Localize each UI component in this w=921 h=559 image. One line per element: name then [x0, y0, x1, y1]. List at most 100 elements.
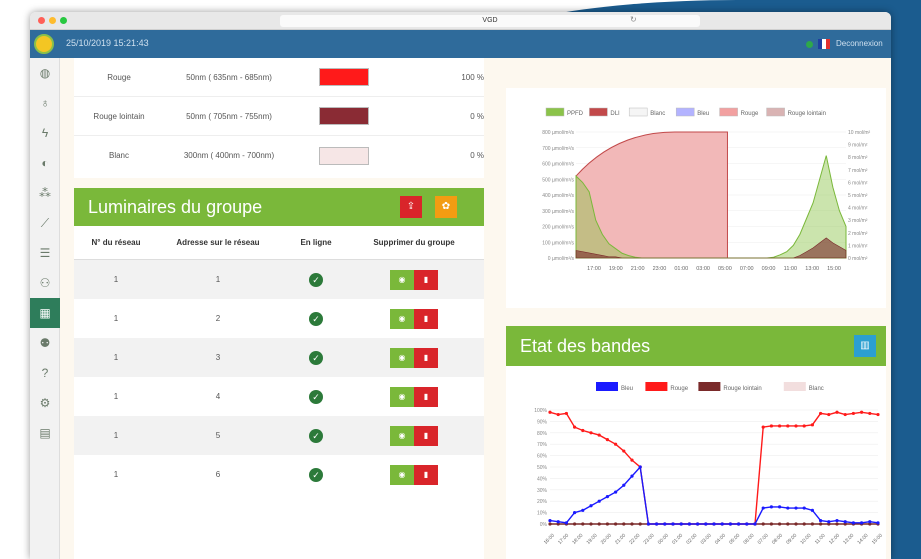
delete-button[interactable]: ▮ — [414, 269, 438, 290]
legend-swatch — [766, 107, 785, 117]
series-point — [794, 424, 798, 428]
close-window-icon[interactable] — [38, 17, 45, 24]
series-point — [696, 522, 700, 526]
bulb-icon[interactable]: ♁ — [30, 88, 60, 118]
series-point — [843, 520, 847, 524]
group-icon[interactable]: ⚇ — [30, 268, 60, 298]
color-name: Rouge lointain — [93, 111, 145, 121]
y-tick-label: 40% — [537, 476, 548, 482]
users-icon[interactable]: ⚉ — [30, 328, 60, 358]
view-button[interactable]: ◉ — [390, 269, 414, 290]
maximize-window-icon[interactable] — [60, 17, 67, 24]
series-point — [556, 520, 560, 524]
check-circle-icon: ✓ — [309, 272, 323, 287]
y-right-tick-label: 3 mol/m² — [848, 218, 868, 224]
series-point — [835, 518, 839, 523]
series-point — [786, 522, 790, 526]
x-tick-label: 21:00 — [631, 266, 645, 272]
x-tick-label: 01:00 — [671, 533, 684, 546]
dashboard-icon[interactable]: ◍ — [30, 58, 60, 88]
color-swatch — [319, 107, 369, 125]
series-point — [630, 474, 634, 478]
series-point — [868, 411, 872, 416]
y-tick-label: 70% — [537, 442, 548, 448]
delete-button[interactable]: ▮ — [414, 386, 438, 407]
color-name: Rouge — [107, 72, 131, 82]
series-point — [614, 522, 618, 526]
x-tick-label: 07:00 — [757, 533, 770, 546]
delete-button[interactable]: ▮ — [414, 308, 438, 329]
series-point — [671, 522, 675, 526]
series-point — [687, 522, 691, 526]
contrast-icon[interactable]: ◐ — [30, 148, 60, 178]
network-number: 1 — [113, 314, 119, 323]
luminaires-panel: Luminaires du groupe ⇪ ✿ N° du réseau Ad… — [74, 188, 484, 559]
series-point — [794, 506, 798, 510]
delete-button[interactable]: ▮ — [414, 347, 438, 368]
view-button[interactable]: ◉ — [390, 347, 414, 368]
y-tick-label: 50% — [537, 465, 548, 471]
view-button[interactable]: ◉ — [390, 386, 414, 407]
x-tick-label: 08:00 — [771, 533, 784, 546]
series-point — [761, 506, 765, 510]
y-right-tick-label: 10 mol/m² — [848, 130, 871, 136]
legend-label: Bleu — [621, 386, 633, 392]
chart-button[interactable]: ▥ — [854, 335, 876, 357]
color-bands-table: Rouge 50nm ( 635nm - 685nm) 100 % Rouge … — [74, 58, 484, 178]
document-icon[interactable]: ▤ — [30, 418, 60, 448]
check-circle-icon: ✓ — [309, 311, 323, 326]
bolt-icon[interactable]: ϟ — [30, 118, 60, 148]
help-icon[interactable]: ? — [30, 358, 60, 388]
color-percent: 0 % — [470, 111, 484, 121]
series-point — [786, 424, 790, 428]
color-range: 300nm ( 400nm - 700nm) — [183, 151, 275, 160]
series-point — [564, 411, 568, 416]
calendar-icon[interactable]: ▦ — [30, 298, 60, 328]
series-point — [581, 428, 585, 433]
table-row: 1 6 ✓ ◉ ▮ — [74, 455, 484, 494]
view-button[interactable]: ◉ — [390, 464, 414, 485]
series-point — [876, 521, 880, 525]
check-circle-icon: ✓ — [309, 389, 323, 404]
series-point — [843, 412, 847, 417]
series-point — [827, 520, 831, 524]
series-point — [753, 522, 757, 526]
legend-label: Rouge lointain — [723, 386, 761, 392]
language-flag-icon[interactable] — [818, 39, 830, 49]
gears-icon[interactable]: ⚙ — [30, 388, 60, 418]
settings-button[interactable]: ✿ — [435, 196, 457, 218]
y-tick-label: 200 µmol/m²/s — [542, 225, 574, 231]
legend-label: Rouge lointain — [788, 111, 826, 117]
browser-window: VGD ↻ 25/10/2019 15:21:43 Deconnexion ◍ … — [30, 12, 891, 559]
y-tick-label: 90% — [537, 419, 548, 425]
network-icon[interactable]: ⁂ — [30, 178, 60, 208]
luminaires-table-header: N° du réseau Adresse sur le réseau En li… — [74, 226, 484, 260]
legend-label: Blanc — [809, 386, 824, 392]
series-line — [549, 411, 879, 525]
view-button[interactable]: ◉ — [390, 425, 414, 446]
series-point — [851, 411, 855, 416]
series-point — [630, 458, 634, 462]
export-button[interactable]: ⇪ — [400, 196, 422, 218]
reload-icon[interactable]: ↻ — [630, 15, 637, 24]
url-bar[interactable]: VGD — [280, 15, 700, 27]
delete-button[interactable]: ▮ — [414, 464, 438, 485]
minimize-window-icon[interactable] — [49, 17, 56, 24]
series-point — [745, 522, 749, 526]
chart-line-icon[interactable]: ⟋ — [30, 208, 60, 238]
x-tick-label: 07:00 — [740, 266, 754, 272]
x-tick-label: 11:00 — [784, 266, 797, 272]
legend-label: Rouge — [670, 386, 688, 392]
x-tick-label: 09:00 — [785, 533, 798, 546]
view-button[interactable]: ◉ — [390, 308, 414, 329]
y-tick-label: 0% — [540, 522, 548, 528]
legend-label: Bleu — [697, 111, 709, 117]
delete-button[interactable]: ▮ — [414, 425, 438, 446]
series-point — [761, 522, 765, 526]
list-icon[interactable]: ☰ — [30, 238, 60, 268]
logout-link[interactable]: Deconnexion — [836, 39, 883, 48]
main-content: Rouge 50nm ( 635nm - 685nm) 100 % Rouge … — [60, 58, 891, 559]
app-logo[interactable] — [34, 34, 54, 54]
series-point — [646, 522, 650, 526]
series-point — [860, 521, 864, 525]
